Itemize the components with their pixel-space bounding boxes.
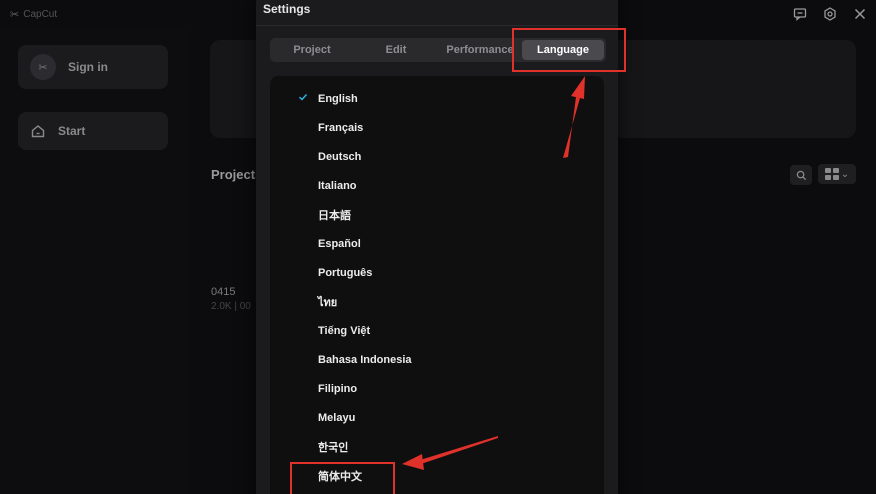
- language-label: 简体中文: [318, 471, 362, 483]
- language-label: Filipino: [318, 383, 358, 395]
- tab-project[interactable]: Project: [270, 38, 354, 62]
- language-option-spanish[interactable]: Español: [270, 233, 604, 255]
- language-label: Bahasa Indonesia: [318, 354, 412, 366]
- language-option-filipino[interactable]: Filipino: [270, 378, 604, 400]
- view-toggle-button[interactable]: ⌄: [818, 164, 856, 184]
- language-label: ไทย: [318, 297, 338, 309]
- project-meta: 2.0K | 00: [211, 301, 251, 312]
- language-label: English: [318, 93, 358, 105]
- language-option-portuguese[interactable]: Português: [270, 262, 604, 284]
- language-option-japanese[interactable]: 日本語: [270, 204, 604, 226]
- language-label: Français: [318, 122, 364, 134]
- app-logo-text: CapCut: [23, 9, 58, 20]
- sidebar-item-start[interactable]: Start: [18, 112, 168, 150]
- gear-icon[interactable]: [822, 6, 838, 22]
- chevron-down-icon: ⌄: [840, 168, 850, 180]
- language-list: English Français Deutsch Italiano 日本語 Es…: [270, 76, 604, 494]
- language-label: Español: [318, 238, 361, 250]
- language-option-indonesian[interactable]: Bahasa Indonesia: [270, 349, 604, 371]
- sign-in-label: Sign in: [68, 60, 108, 74]
- sign-in-button[interactable]: ✂ Sign in: [18, 45, 168, 89]
- tab-language[interactable]: Language: [522, 40, 604, 60]
- language-option-malay[interactable]: Melayu: [270, 407, 604, 429]
- app-logo: ✂ CapCut: [10, 8, 57, 21]
- language-label: 한국인: [318, 442, 349, 454]
- sidebar-item-start-label: Start: [58, 124, 86, 138]
- window-controls: [792, 6, 868, 22]
- language-option-thai[interactable]: ไทย: [270, 291, 604, 313]
- check-icon: [299, 94, 308, 101]
- home-icon: [31, 125, 45, 138]
- language-label: Tiếng Việt: [318, 325, 371, 337]
- language-label: Português: [318, 267, 373, 279]
- language-option-vietnamese[interactable]: Tiếng Việt: [270, 320, 604, 342]
- dialog-title: Settings: [263, 2, 311, 16]
- avatar-icon: ✂: [30, 54, 56, 80]
- settings-dialog: Settings Project Edit Performance Langua…: [256, 0, 618, 494]
- language-option-german[interactable]: Deutsch: [270, 146, 604, 168]
- title-divider: [256, 25, 618, 26]
- language-option-simplified-chinese[interactable]: 简体中文: [270, 465, 604, 487]
- sidebar: ✂ Sign in Start: [0, 30, 190, 494]
- capcut-logo-icon: ✂: [10, 9, 20, 21]
- language-option-italian[interactable]: Italiano: [270, 175, 604, 197]
- language-option-english[interactable]: English: [270, 88, 604, 110]
- project-name: 0415: [211, 286, 236, 298]
- language-label: Italiano: [318, 180, 357, 192]
- search-icon: [796, 170, 806, 180]
- language-label: Deutsch: [318, 151, 362, 163]
- search-button[interactable]: [790, 165, 812, 185]
- grid-view-icon: [824, 168, 839, 180]
- tab-performance[interactable]: Performance: [438, 38, 522, 62]
- tab-edit[interactable]: Edit: [354, 38, 438, 62]
- language-option-french[interactable]: Français: [270, 117, 604, 139]
- language-option-korean[interactable]: 한국인: [270, 436, 604, 458]
- projects-title: Projects: [211, 167, 263, 182]
- language-label: 日本語: [318, 210, 351, 222]
- language-label: Melayu: [318, 412, 356, 424]
- close-icon[interactable]: [852, 6, 868, 22]
- settings-tabs: Project Edit Performance Language: [270, 38, 606, 62]
- feedback-icon[interactable]: [792, 6, 808, 22]
